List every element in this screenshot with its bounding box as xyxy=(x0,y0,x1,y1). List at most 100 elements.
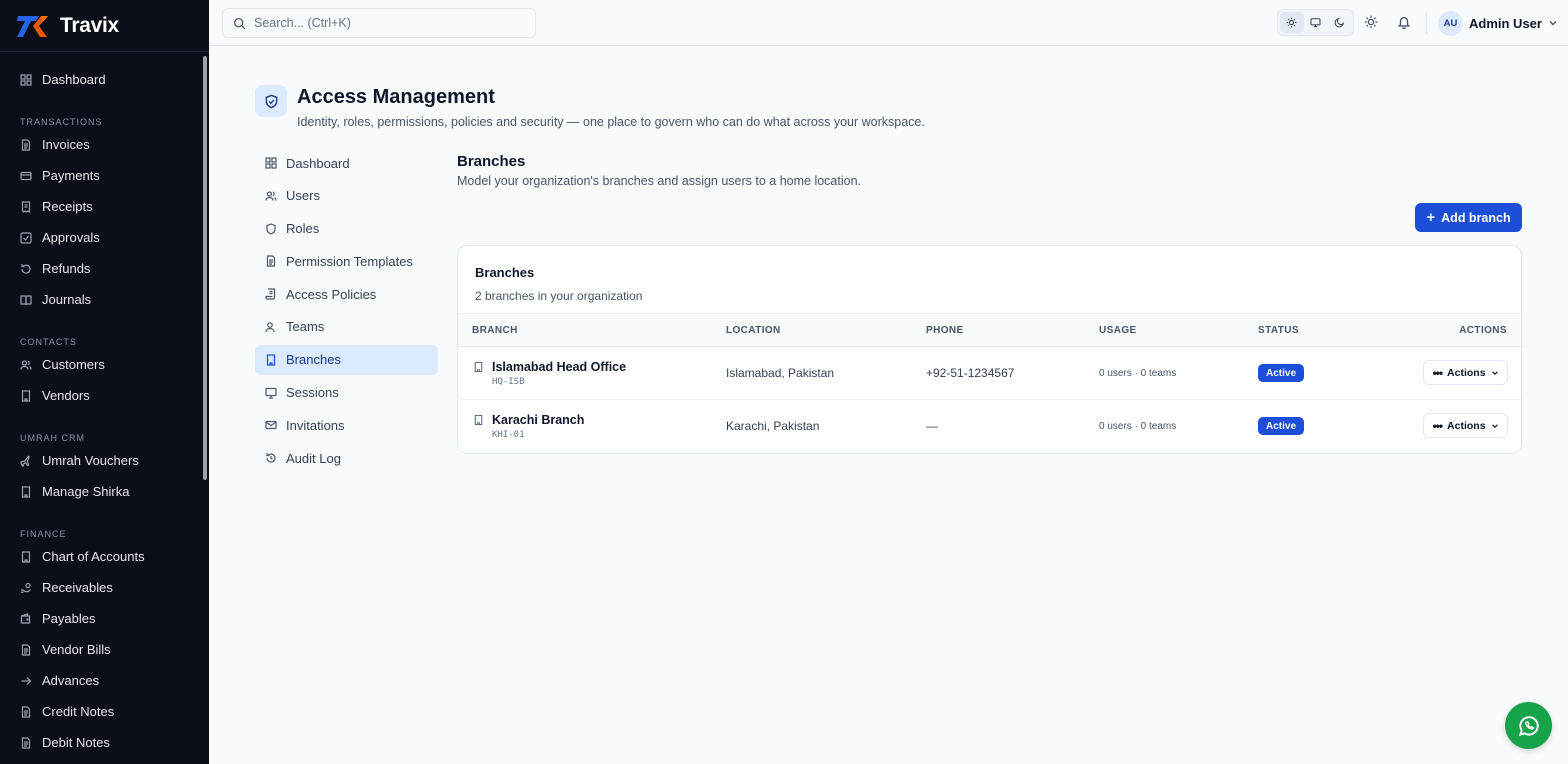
subnav-item-label: Permission Templates xyxy=(286,253,413,269)
sidebar-item-dashboard[interactable]: Dashboard xyxy=(0,64,209,95)
wallet-icon xyxy=(20,612,32,625)
row-actions-button[interactable]: ••• Actions xyxy=(1423,360,1508,385)
sidebar-item-label: Chart of Accounts xyxy=(42,549,145,564)
theme-light-button[interactable] xyxy=(1280,12,1304,33)
sidebar-item-collections[interactable]: Collections xyxy=(0,758,209,764)
user-menu[interactable]: AU Admin User xyxy=(1438,10,1558,36)
search-icon xyxy=(233,17,246,30)
subnav-item-audit-log[interactable]: Audit Log xyxy=(255,443,438,473)
card-icon xyxy=(20,170,32,182)
sidebar-section-transactions: TRANSACTIONS xyxy=(20,117,103,127)
mail-icon xyxy=(265,419,277,431)
sidebar-item-journals[interactable]: Journals xyxy=(0,284,209,315)
section-subtitle: Model your organization's branches and a… xyxy=(457,174,862,188)
subnav-item-roles[interactable]: Roles xyxy=(255,214,438,244)
status-badge: Active xyxy=(1258,417,1305,435)
subnav-item-users[interactable]: Users xyxy=(255,181,438,211)
sidebar-item-vendors[interactable]: Vendors xyxy=(0,380,209,411)
branch-code: HQ-ISB xyxy=(492,377,525,387)
sun-icon xyxy=(1364,15,1378,29)
more-horizontal-icon: ••• xyxy=(1432,365,1443,380)
sidebar-item-chart-of-accounts[interactable]: Chart of Accounts xyxy=(0,541,209,572)
subnav-item-dashboard[interactable]: Dashboard xyxy=(255,148,438,178)
search-input[interactable] xyxy=(254,16,514,30)
row-actions-button[interactable]: ••• Actions xyxy=(1423,413,1508,438)
subnav-item-teams[interactable]: Teams xyxy=(255,312,438,342)
sidebar-section-contacts: CONTACTS xyxy=(20,337,77,347)
users-icon xyxy=(20,359,32,371)
sidebar-item-label: Receivables xyxy=(42,580,113,595)
branch-phone: +92-51-1234567 xyxy=(926,366,1015,380)
subnav-item-label: Teams xyxy=(286,319,325,335)
add-branch-label: Add branch xyxy=(1441,210,1511,225)
subnav-item-sessions[interactable]: Sessions xyxy=(255,378,438,408)
sidebar-nav: Dashboard TRANSACTIONS Invoices Payments … xyxy=(0,52,209,764)
theme-switcher xyxy=(1277,9,1354,36)
search-box[interactable] xyxy=(222,8,536,38)
file-icon xyxy=(20,138,32,151)
history-icon xyxy=(265,452,277,464)
sidebar-item-vendor-bills[interactable]: Vendor Bills xyxy=(0,634,209,665)
sidebar-item-label: Invoices xyxy=(42,137,90,152)
file-text-icon xyxy=(265,255,277,267)
sidebar-item-label: Vendor Bills xyxy=(42,642,111,657)
sidebar-item-label: Payments xyxy=(42,168,100,183)
theme-dark-button[interactable] xyxy=(1327,12,1351,33)
branch-name[interactable]: Karachi Branch xyxy=(492,413,584,427)
subnav-item-access-policies[interactable]: Access Policies xyxy=(255,279,438,309)
subnav-item-label: Access Policies xyxy=(286,286,377,302)
sidebar-item-invoices[interactable]: Invoices xyxy=(0,129,209,160)
subnav-item-invitations[interactable]: Invitations xyxy=(255,410,438,440)
subnav-item-label: Dashboard xyxy=(286,155,350,171)
branch-usage: 0 users · 0 teams xyxy=(1099,368,1177,379)
column-header-usage: USAGE xyxy=(1099,325,1137,336)
sidebar-item-umrah-vouchers[interactable]: Umrah Vouchers xyxy=(0,445,209,476)
moon-icon xyxy=(1334,17,1344,28)
sidebar-item-label: Advances xyxy=(42,673,100,688)
add-branch-button[interactable]: + Add branch xyxy=(1415,203,1522,232)
theme-system-button[interactable] xyxy=(1304,12,1328,33)
subnav-item-label: Branches xyxy=(286,352,341,368)
sidebar-item-approvals[interactable]: Approvals xyxy=(0,222,209,253)
sidebar-item-payables[interactable]: Payables xyxy=(0,603,209,634)
sidebar-item-customers[interactable]: Customers xyxy=(0,349,209,380)
branch-location: Karachi, Pakistan xyxy=(726,419,820,433)
building-icon xyxy=(473,361,484,373)
subnav-item-label: Users xyxy=(286,188,320,204)
sidebar-item-credit-notes[interactable]: Credit Notes xyxy=(0,696,209,727)
subnav-item-branches[interactable]: Branches xyxy=(255,344,438,375)
table-header: BRANCH LOCATION PHONE USAGE STATUS ACTIO… xyxy=(458,313,1521,347)
chevron-down-icon xyxy=(1491,422,1499,430)
sidebar-item-label: Manage Shirka xyxy=(42,484,130,499)
shield-icon xyxy=(265,222,277,235)
branch-name[interactable]: Islamabad Head Office xyxy=(492,360,626,374)
subnav-item-label: Audit Log xyxy=(286,450,341,466)
building-icon xyxy=(473,414,484,426)
avatar: AU xyxy=(1438,10,1463,36)
sidebar-item-receivables[interactable]: Receivables xyxy=(0,572,209,603)
sidebar-item-label: Refunds xyxy=(42,261,91,276)
chevron-down-icon xyxy=(1491,369,1499,377)
sidebar-item-advances[interactable]: Advances xyxy=(0,665,209,696)
page-title: Access Management xyxy=(297,86,495,108)
actions-label: Actions xyxy=(1447,366,1486,379)
sidebar-item-label: Journals xyxy=(42,292,92,307)
users-icon xyxy=(265,190,277,202)
sidebar-item-debit-notes[interactable]: Debit Notes xyxy=(0,727,209,758)
monitor-icon xyxy=(1310,18,1321,28)
app-name: Travix xyxy=(60,13,119,37)
subnav-item-permission-templates[interactable]: Permission Templates xyxy=(255,246,438,276)
sidebar-scrollbar[interactable] xyxy=(203,56,207,480)
sidebar-item-payments[interactable]: Payments xyxy=(0,160,209,191)
sidebar-item-label: Payables xyxy=(42,611,96,626)
chat-button[interactable] xyxy=(1505,702,1552,749)
topbar: AU Admin User xyxy=(209,0,1568,46)
notifications-button[interactable] xyxy=(1396,14,1412,30)
access-subnav: Dashboard Users Roles Permission Templat… xyxy=(255,148,438,476)
brightness-button[interactable] xyxy=(1363,14,1379,30)
brand[interactable]: Travix xyxy=(0,0,209,52)
sidebar-item-receipts[interactable]: Receipts xyxy=(0,191,209,222)
sidebar-item-refunds[interactable]: Refunds xyxy=(0,253,209,284)
sidebar-item-manage-shirka[interactable]: Manage Shirka xyxy=(0,476,209,507)
scroll-icon xyxy=(265,288,277,300)
